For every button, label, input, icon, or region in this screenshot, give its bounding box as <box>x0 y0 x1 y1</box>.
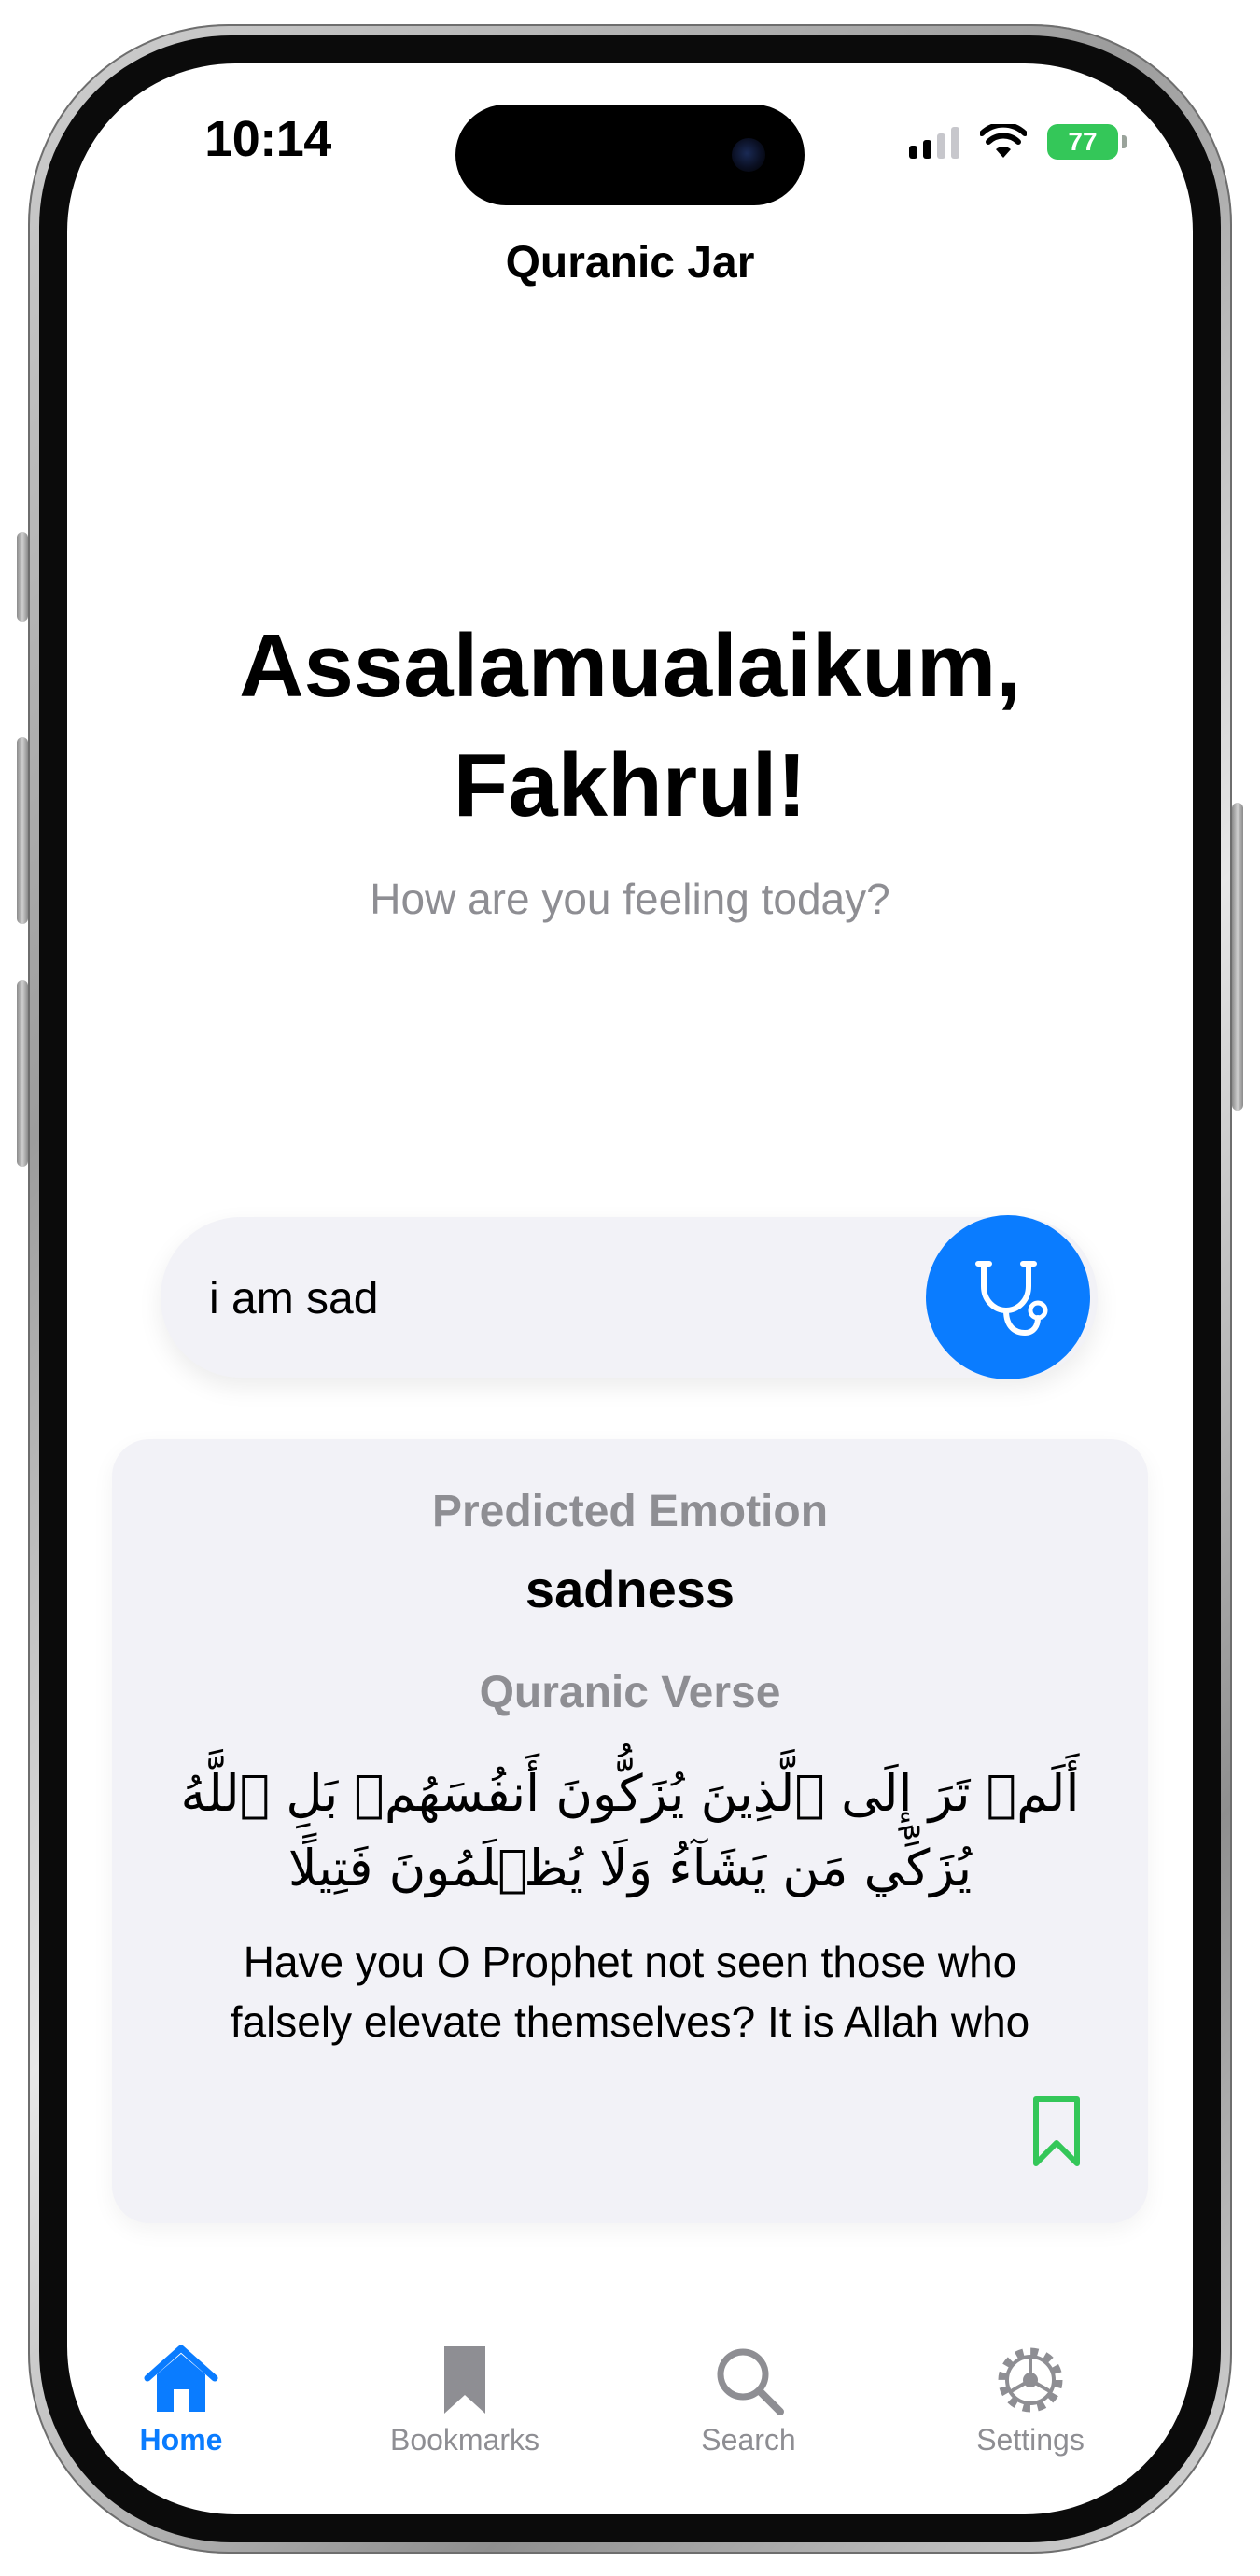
status-time: 10:14 <box>204 111 331 167</box>
stethoscope-icon <box>975 1261 1048 1337</box>
status-indicators: 77 <box>909 121 1127 162</box>
tab-home[interactable]: Home <box>78 2341 284 2457</box>
tab-search-label: Search <box>701 2423 796 2457</box>
tab-bar: Home Bookmarks Search Settings <box>67 2341 1193 2481</box>
greeting-salutation: Assalamualaikum, <box>239 616 1021 716</box>
cellular-signal-icon <box>909 125 959 159</box>
predicted-emotion-value: sadness <box>525 1560 735 1618</box>
tab-bookmarks[interactable]: Bookmarks <box>362 2341 567 2457</box>
greeting-heading: Assalamualaikum, Fakhrul! <box>105 607 1155 846</box>
arabic-verse-text: أَلَمۡ تَرَ إِلَى ٱلَّذِينَ يُزَكُّونَ أ… <box>180 1764 1080 1897</box>
front-camera <box>732 138 765 172</box>
bookmark-verse-button[interactable] <box>1029 2094 1085 2169</box>
feeling-input[interactable] <box>207 1260 864 1337</box>
device-canvas: 10:14 77 Quranic Jar Assalamualaikum, Fa… <box>0 0 1260 2576</box>
verse-translation[interactable]: Have you O Prophet not seen those who fa… <box>177 1932 1083 2050</box>
battery-indicator: 77 <box>1047 124 1127 160</box>
battery-level: 77 <box>1068 127 1098 156</box>
greeting-user-name: Fakhrul! <box>453 735 807 835</box>
feeling-input-bar <box>161 1215 1098 1379</box>
power-button <box>1232 803 1243 1111</box>
app-screen: 10:14 77 Quranic Jar Assalamualaikum, Fa… <box>67 63 1193 2514</box>
quranic-verse-label: Quranic Verse <box>479 1668 781 1717</box>
predicted-emotion-label: Predicted Emotion <box>431 1487 829 1536</box>
greeting-subtitle: How are you feeling today? <box>370 875 890 923</box>
tab-home-label: Home <box>139 2423 223 2457</box>
volume-down-button <box>17 980 28 1167</box>
app-title: Quranic Jar <box>505 238 755 287</box>
volume-up-button <box>17 737 28 924</box>
tab-settings[interactable]: Settings <box>928 2341 1133 2457</box>
bookmark-icon <box>444 2346 485 2414</box>
tab-search[interactable]: Search <box>646 2341 851 2457</box>
gear-icon <box>998 2347 1063 2413</box>
analyze-button[interactable] <box>926 1215 1090 1379</box>
house-icon <box>144 2345 218 2412</box>
tab-settings-label: Settings <box>976 2423 1085 2457</box>
action-button <box>17 532 28 622</box>
magnifier-icon <box>717 2348 784 2415</box>
tab-bookmarks-label: Bookmarks <box>389 2423 540 2457</box>
result-card: Predicted Emotion sadness Quranic Verse … <box>112 1439 1148 2223</box>
bookmark-icon <box>1033 2096 1080 2166</box>
wifi-icon <box>980 124 1027 158</box>
dynamic-island <box>455 105 805 205</box>
